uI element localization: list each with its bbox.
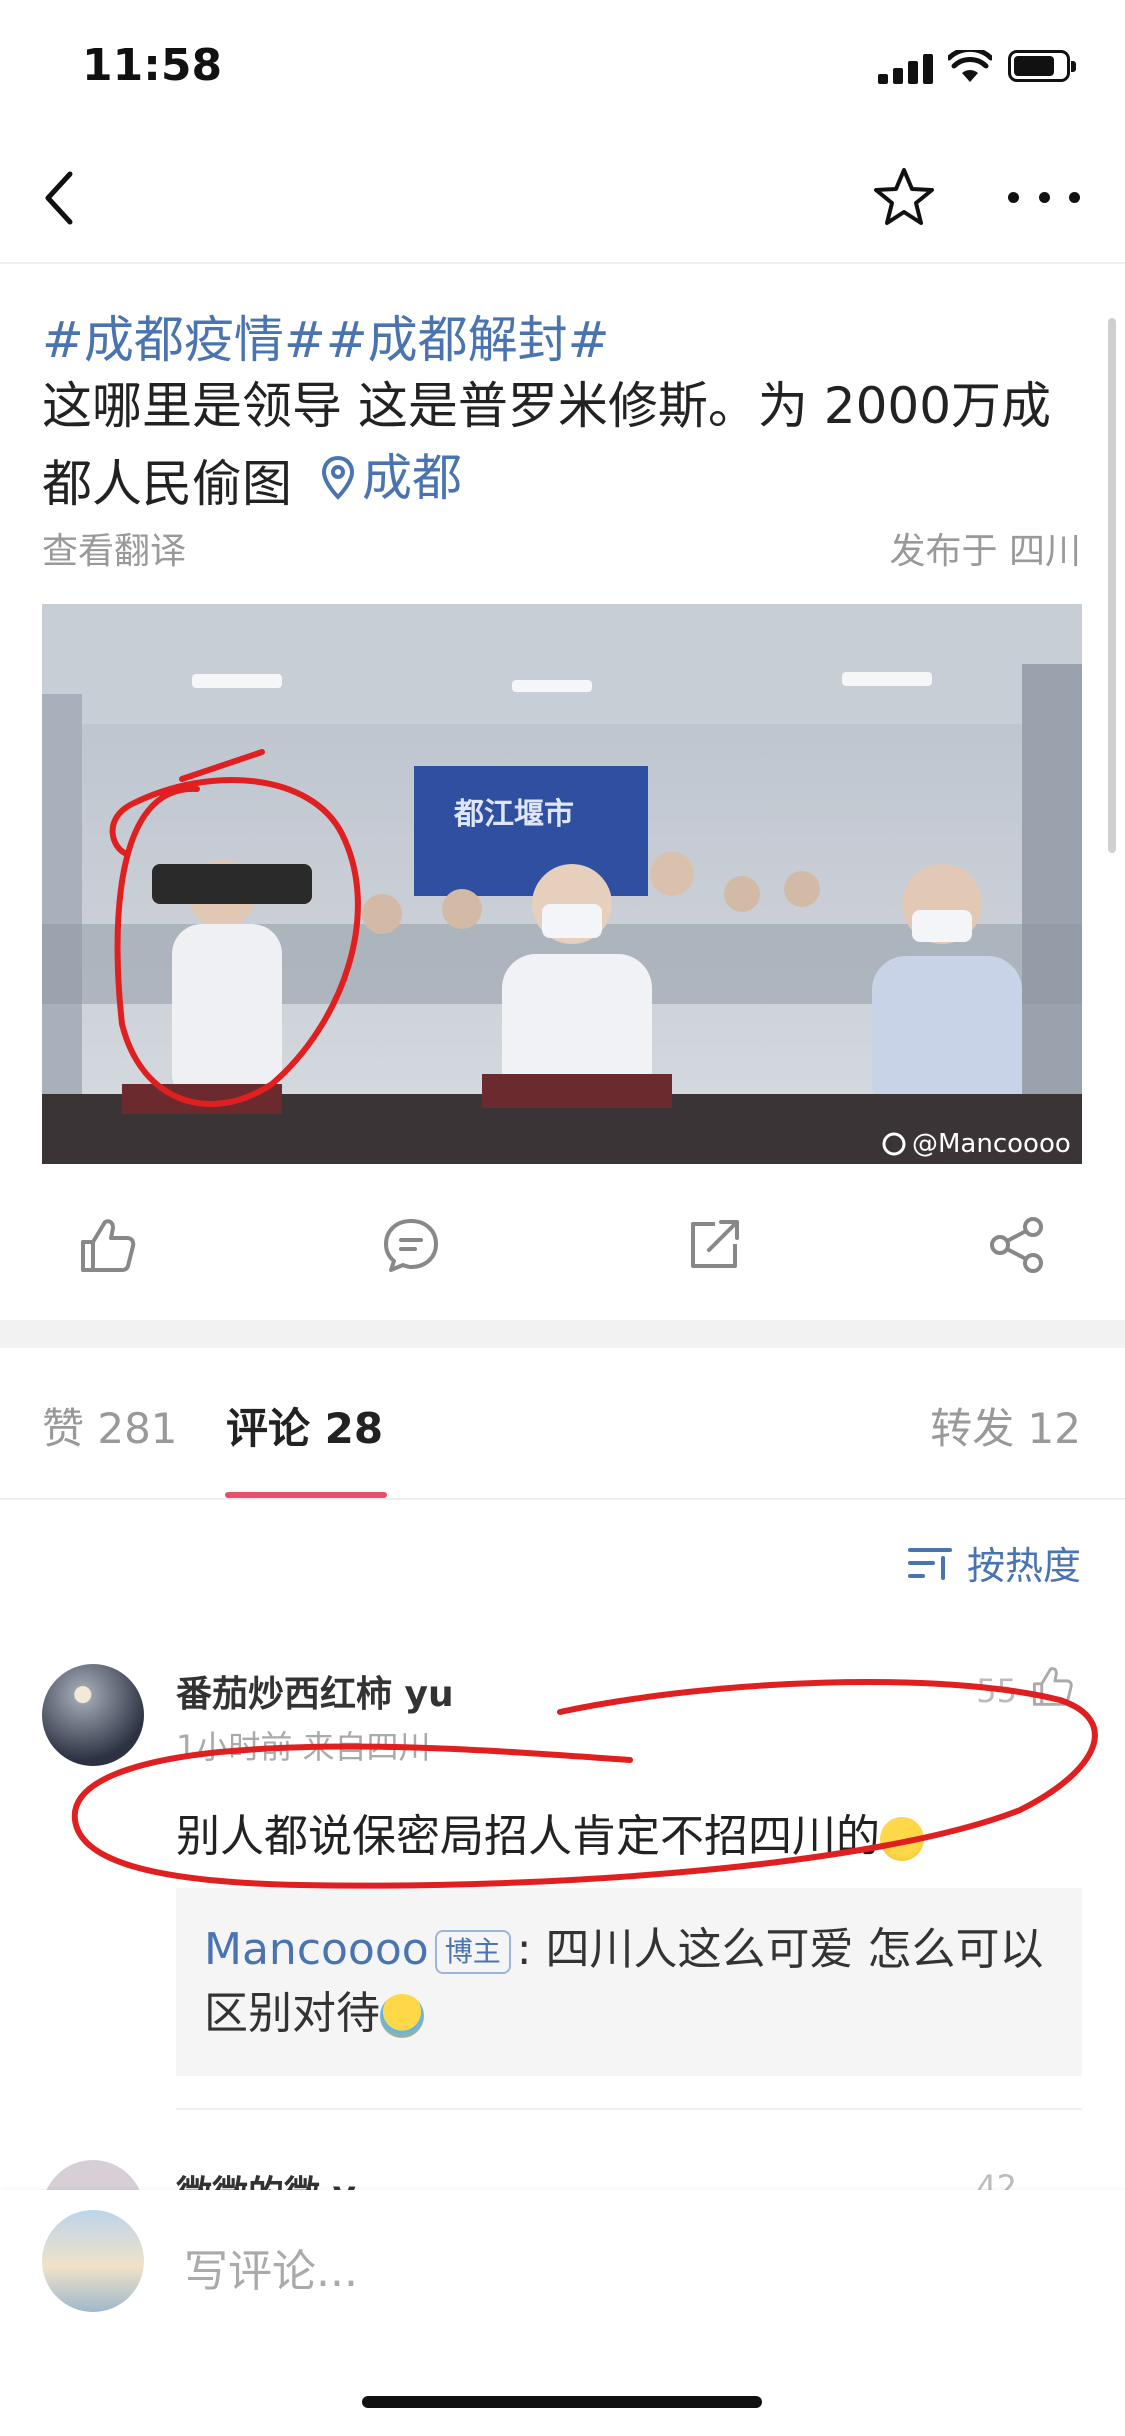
nav-divider [0,262,1125,264]
tab-likes[interactable]: 赞 281 [42,1395,178,1456]
status-time: 11:58 [82,40,223,91]
tab-divider [0,1498,1125,1500]
location-link[interactable]: 成都 [320,442,462,514]
comment-icon [384,1219,438,1272]
photo-illustration: 都江堰市 @Mancoooo [42,604,1082,1164]
share-icon [990,1217,1043,1273]
sort-icon [907,1547,952,1580]
more-icon[interactable] [1008,192,1080,204]
photo-sign-text: 都江堰市 [453,797,574,832]
battery-icon [1008,50,1076,82]
wifi-icon [948,50,992,82]
author-badge: 博主 [434,1930,511,1974]
comment-divider [176,2108,1082,2110]
translate-link[interactable]: 查看翻译 [42,522,186,574]
repost-icon [691,1220,739,1268]
photo-watermark: @Mancoooo [912,1129,1071,1159]
post-body: 这哪里是领导 这是普罗米修斯。为 2000万成都人民偷图 [42,377,1052,513]
sort-label: 按热度 [966,1544,1081,1588]
like-button[interactable] [72,1210,142,1280]
comment-input[interactable]: 写评论... [184,2235,358,2299]
comment-button[interactable] [376,1210,446,1280]
my-avatar[interactable] [42,2210,144,2312]
published-location: 发布于 四川 [889,531,1081,572]
sort-button[interactable]: 按热度 [907,1535,1081,1590]
star-icon[interactable] [872,166,936,228]
thumbs-up-icon [81,1219,136,1272]
reply-content: Mancoooo 博主: 四川人这么可爱 怎么可以区别对待 [204,1918,1064,2046]
share-button[interactable] [982,1210,1052,1280]
location-label: 成都 [362,449,462,507]
tab-comments[interactable]: 评论 28 [226,1395,383,1456]
reply-username[interactable]: Mancoooo [204,1924,429,1975]
crying-emoji-icon [380,1994,424,2038]
back-icon[interactable] [40,168,80,228]
section-separator [0,1320,1125,1348]
post-photo[interactable]: 都江堰市 @Mancoooo [42,604,1082,1164]
repost-button[interactable] [680,1210,750,1280]
red-annotation-circle [71,1679,1098,1889]
location-pin-icon [321,455,355,500]
post-text: 这哪里是领导 这是普罗米修斯。为 2000万成都人民偷图 成都 [42,370,1092,520]
post-hashtags[interactable]: #成都疫情##成都解封# [42,300,610,372]
home-indicator[interactable] [362,2396,762,2408]
scrollbar[interactable] [1108,318,1116,853]
signal-icon [878,54,936,84]
tab-reposts[interactable]: 转发 12 [930,1395,1081,1456]
